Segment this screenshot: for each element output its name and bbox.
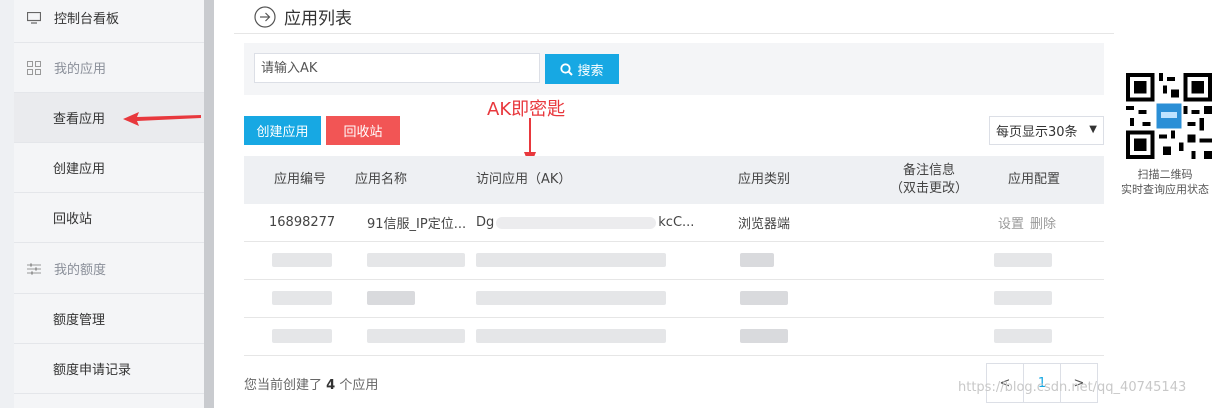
redacted-cell bbox=[476, 329, 666, 343]
recycle-bin-button[interactable]: 回收站 bbox=[326, 116, 400, 145]
sidebar-item-quota-management[interactable]: 额度管理 bbox=[14, 294, 204, 344]
annotation-arrow-icon bbox=[123, 112, 201, 126]
search-button[interactable]: 搜索 bbox=[545, 54, 619, 84]
app-count: 4 bbox=[326, 378, 336, 393]
search-button-label: 搜索 bbox=[577, 63, 604, 79]
redacted-cell bbox=[476, 291, 666, 305]
redacted-cell bbox=[272, 329, 332, 343]
grid-icon bbox=[26, 60, 42, 76]
list-settings-icon bbox=[26, 261, 42, 277]
col-remarks: 备注信息 （双击更改） bbox=[864, 156, 994, 204]
page-title: 应用列表 bbox=[284, 9, 352, 29]
circle-arrow-right-icon bbox=[254, 5, 276, 28]
summary-suffix: 个应用 bbox=[339, 378, 379, 393]
qr-caption-line2: 实时查询应用状态 bbox=[1121, 183, 1209, 196]
watermark: https://blog.csdn.net/qq_40745143 bbox=[958, 380, 1187, 395]
sidebar-group-my-apps[interactable]: 我的应用 bbox=[14, 43, 204, 93]
redacted-cell bbox=[476, 253, 666, 267]
ak-redacted bbox=[496, 216, 657, 229]
app-id: 16898277 bbox=[269, 215, 336, 230]
table-header: 应用编号 应用名称 访问应用（AK） 应用类别 备注信息 （双击更改） 应用配置 bbox=[244, 156, 1104, 204]
table-row[interactable]: 16898277 91信服_IP定位... Dg kcC... 浏览器端 设置 … bbox=[244, 204, 1104, 242]
sidebar-item-quota-requests[interactable]: 额度申请记录 bbox=[14, 344, 204, 394]
table-row[interactable] bbox=[244, 280, 1104, 318]
redacted-cell bbox=[994, 291, 1052, 305]
sidebar-item-label: 创建应用 bbox=[53, 162, 106, 177]
page-header: 应用列表 bbox=[234, 0, 1114, 34]
monitor-icon bbox=[26, 10, 42, 26]
app-config-actions: 设置 删除 bbox=[998, 204, 1062, 241]
qr-code-icon bbox=[1126, 73, 1212, 159]
qr-caption: 扫描二维码 实时查询应用状态 bbox=[1118, 167, 1212, 197]
sidebar-item-label: 回收站 bbox=[53, 212, 93, 227]
sidebar-item-label: 查看应用 bbox=[53, 112, 106, 127]
search-panel: 搜索 bbox=[244, 43, 1104, 95]
sidebar-item-label: 额度管理 bbox=[53, 313, 106, 328]
col-app-category: 应用类别 bbox=[737, 172, 790, 187]
redacted-cell bbox=[740, 253, 774, 267]
redacted-cell bbox=[740, 291, 788, 305]
app-ak[interactable]: Dg kcC... bbox=[476, 204, 694, 241]
summary-prefix: 您当前创建了 bbox=[244, 378, 323, 393]
col-access-ak: 访问应用（AK） bbox=[476, 172, 572, 187]
redacted-cell bbox=[994, 253, 1052, 267]
table-row[interactable] bbox=[244, 242, 1104, 280]
per-page-select[interactable]: 每页显示30条 ▼ bbox=[989, 116, 1104, 145]
redacted-cell bbox=[367, 329, 465, 343]
redacted-cell bbox=[740, 329, 788, 343]
create-app-button[interactable]: 创建应用 bbox=[244, 116, 321, 145]
redacted-cell bbox=[272, 291, 332, 305]
sidebar-item-recycle-bin[interactable]: 回收站 bbox=[14, 193, 204, 243]
app-ak-start: Dg bbox=[476, 215, 495, 230]
app-ak-end: kcC... bbox=[658, 215, 695, 230]
search-input[interactable] bbox=[254, 53, 540, 83]
apps-table: 应用编号 应用名称 访问应用（AK） 应用类别 备注信息 （双击更改） 应用配置… bbox=[244, 156, 1104, 356]
col-remarks-line1: 备注信息 bbox=[902, 163, 955, 178]
app-name: 91信服_IP定位... bbox=[367, 217, 467, 232]
col-app-name: 应用名称 bbox=[354, 172, 407, 187]
sidebar-item-dashboard[interactable]: 控制台看板 bbox=[14, 0, 204, 43]
sidebar-item-label: 我的应用 bbox=[54, 62, 107, 77]
per-page-value: 每页显示30条 bbox=[996, 125, 1078, 140]
qr-caption-line1: 扫描二维码 bbox=[1137, 168, 1193, 181]
caret-down-icon: ▼ bbox=[1089, 124, 1097, 135]
col-remarks-line2: （双击更改） bbox=[889, 181, 968, 196]
sidebar-item-label: 控制台看板 bbox=[54, 12, 120, 27]
search-icon bbox=[560, 62, 574, 76]
sidebar-item-label: 额度申请记录 bbox=[53, 363, 132, 378]
col-app-config: 应用配置 bbox=[1007, 172, 1060, 187]
sidebar-scrollbar[interactable] bbox=[204, 0, 214, 408]
app-count-summary: 您当前创建了 4 个应用 bbox=[244, 374, 378, 393]
redacted-cell bbox=[367, 291, 415, 305]
table-row[interactable] bbox=[244, 318, 1104, 356]
redacted-cell bbox=[367, 253, 465, 267]
settings-link[interactable]: 设置 bbox=[998, 213, 1024, 232]
redacted-cell bbox=[994, 329, 1052, 343]
sidebar-group-my-quota[interactable]: 我的额度 bbox=[14, 244, 204, 294]
sidebar-item-label: 我的额度 bbox=[54, 263, 107, 278]
delete-link[interactable]: 删除 bbox=[1030, 213, 1056, 232]
sidebar-item-create-app[interactable]: 创建应用 bbox=[14, 143, 204, 193]
app-category: 浏览器端 bbox=[738, 217, 791, 232]
redacted-cell bbox=[272, 253, 332, 267]
